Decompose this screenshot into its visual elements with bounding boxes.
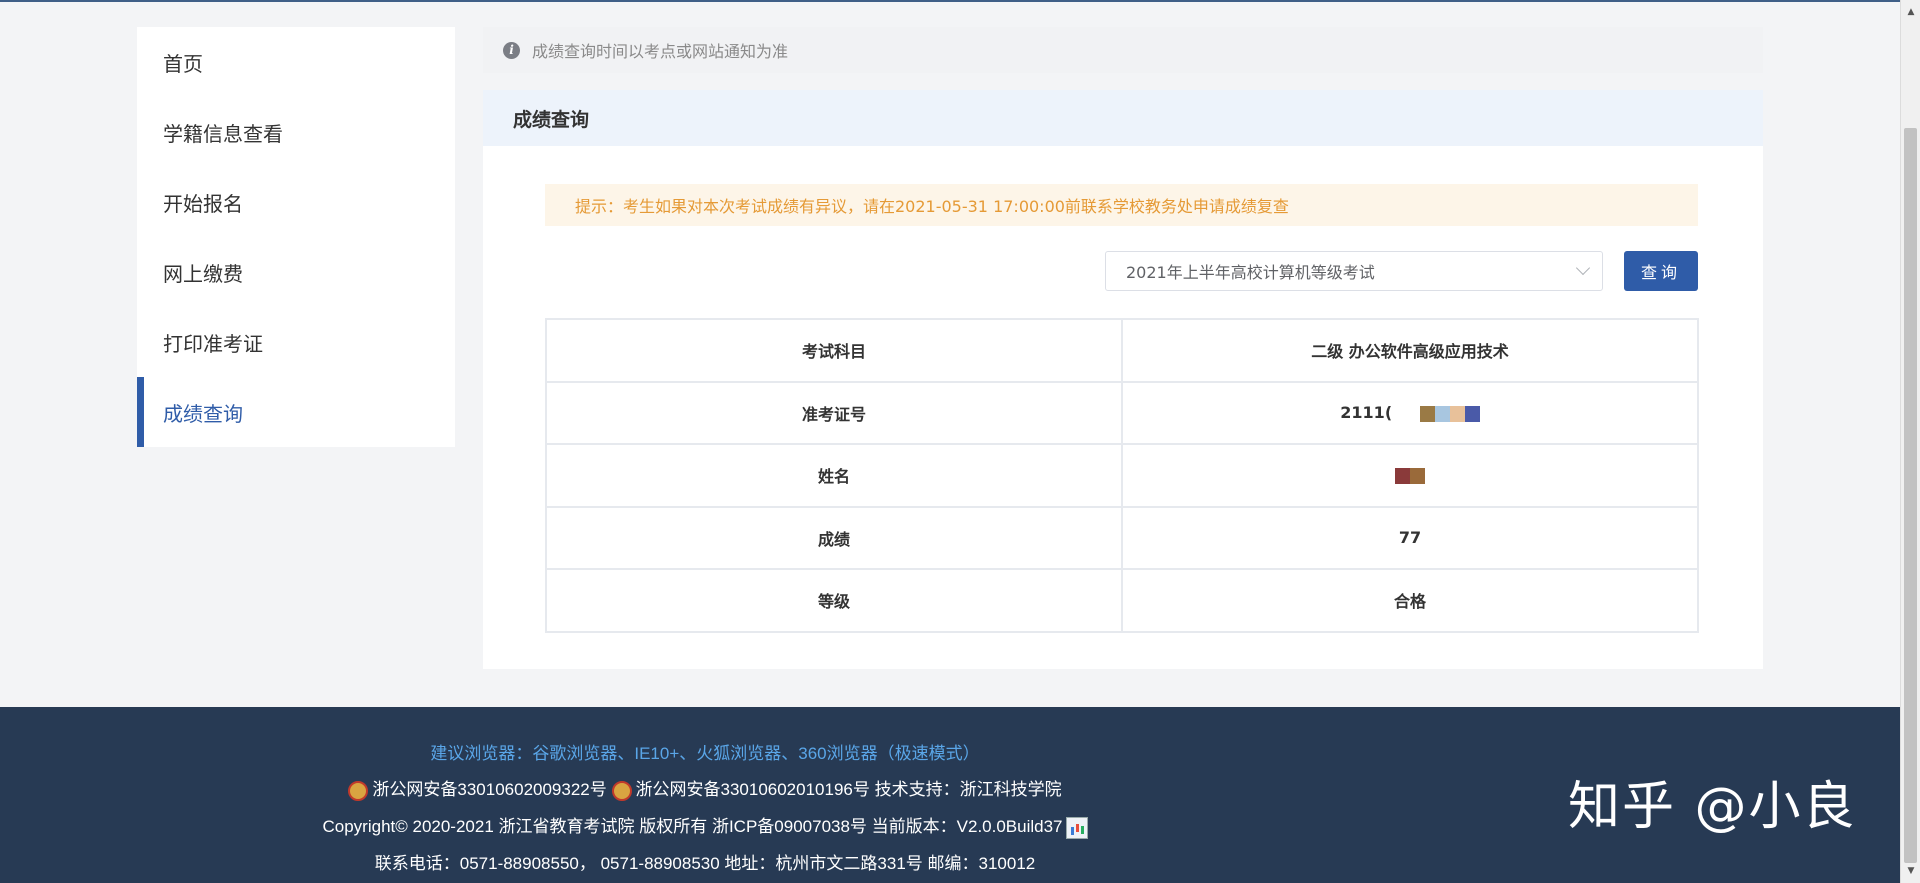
chevron-down-icon [1575,260,1591,276]
row-label: 准考证号 [545,380,1123,445]
notice-bar: i 成绩查询时间以考点或网站通知为准 [483,27,1763,73]
redacted-mosaic [1401,405,1480,422]
sidebar-item-payment[interactable]: 网上缴费 [137,237,455,307]
sidebar-item-label: 网上缴费 [163,261,243,286]
table-row: 考试科目 二级 办公软件高级应用技术 [545,318,1699,383]
redacted-mosaic [1395,468,1425,485]
ticket-number-visible: 2111( [1340,403,1393,423]
footer-support: 技术支持：浙江科技学院 [874,780,1062,799]
table-row: 准考证号 2111( [545,380,1699,445]
table-row: 姓名 [545,443,1699,508]
row-value: 二级 办公软件高级应用技术 [1121,318,1699,383]
page-scrollbar[interactable]: ▲ ▼ [1900,0,1920,883]
police-badge-icon [348,780,369,801]
sidebar-item-student-info[interactable]: 学籍信息查看 [137,97,455,167]
footer-browsers: 建议浏览器：谷歌浏览器、IE10+、火狐浏览器、360浏览器（极速模式） [430,744,980,763]
exam-select-value: 2021年上半年高校计算机等级考试 [1126,263,1375,282]
footer-copyright-line: Copyright© 2020-2021 浙江省教育考试院 版权所有 浙ICP备… [0,812,1410,839]
footer-copyright: Copyright© 2020-2021 浙江省教育考试院 版权所有 浙ICP备… [322,817,1063,836]
tip-text: 提示：考生如果对本次考试成绩有异议，请在2021-05-31 17:00:00前… [575,197,1289,216]
query-button[interactable]: 查询 [1624,251,1698,291]
row-label: 成绩 [545,505,1123,570]
sidebar-menu: 首页 学籍信息查看 开始报名 网上缴费 打印准考证 成绩查询 [137,27,455,447]
row-value: 77 [1121,505,1699,570]
sidebar-item-print-ticket[interactable]: 打印准考证 [137,307,455,377]
footer-contact: 联系电话：0571-88908550， 0571-88908530 地址：杭州市… [374,854,1036,873]
result-table: 考试科目 二级 办公软件高级应用技术 准考证号 2111( 姓名 成绩 77 等… [545,318,1699,633]
sidebar-item-label: 学籍信息查看 [163,121,283,146]
sidebar-item-label: 打印准考证 [163,331,263,356]
table-row: 等级 合格 [545,568,1699,633]
info-icon: i [503,41,520,59]
scroll-thumb[interactable] [1904,128,1917,863]
top-border [0,0,1900,2]
row-label: 考试科目 [545,318,1123,383]
exam-select[interactable]: 2021年上半年高校计算机等级考试 [1105,251,1603,291]
row-value-name [1121,443,1699,508]
footer-record-1[interactable]: 浙公网安备33010602009322号 [372,780,606,799]
review-tip: 提示：考生如果对本次考试成绩有异议，请在2021-05-31 17:00:00前… [545,184,1698,226]
watermark-text: 知乎 @小良 [1568,777,1857,837]
scroll-down-arrow-icon[interactable]: ▼ [1901,861,1920,881]
table-row: 成绩 77 [545,505,1699,570]
panel-title: 成绩查询 [483,90,1763,146]
sidebar-item-label: 首页 [163,51,203,76]
row-label: 等级 [545,568,1123,633]
row-value: 合格 [1121,568,1699,633]
sidebar-item-home[interactable]: 首页 [137,27,455,97]
sidebar-item-score-query[interactable]: 成绩查询 [137,377,455,447]
police-badge-icon [611,780,632,801]
footer-records: 浙公网安备33010602009322号 浙公网安备33010602010196… [0,775,1410,801]
stats-icon[interactable] [1065,816,1088,839]
sidebar-item-registration[interactable]: 开始报名 [137,167,455,237]
score-query-panel: 成绩查询 提示：考生如果对本次考试成绩有异议，请在2021-05-31 17:0… [483,90,1763,669]
sidebar-item-label: 成绩查询 [163,401,243,426]
notice-text: 成绩查询时间以考点或网站通知为准 [532,42,789,61]
sidebar-item-label: 开始报名 [163,191,243,216]
row-value-ticket: 2111( [1121,380,1699,445]
row-label: 姓名 [545,443,1123,508]
scroll-up-arrow-icon[interactable]: ▲ [1901,2,1920,22]
footer-record-2[interactable]: 浙公网安备33010602010196号 [636,780,870,799]
